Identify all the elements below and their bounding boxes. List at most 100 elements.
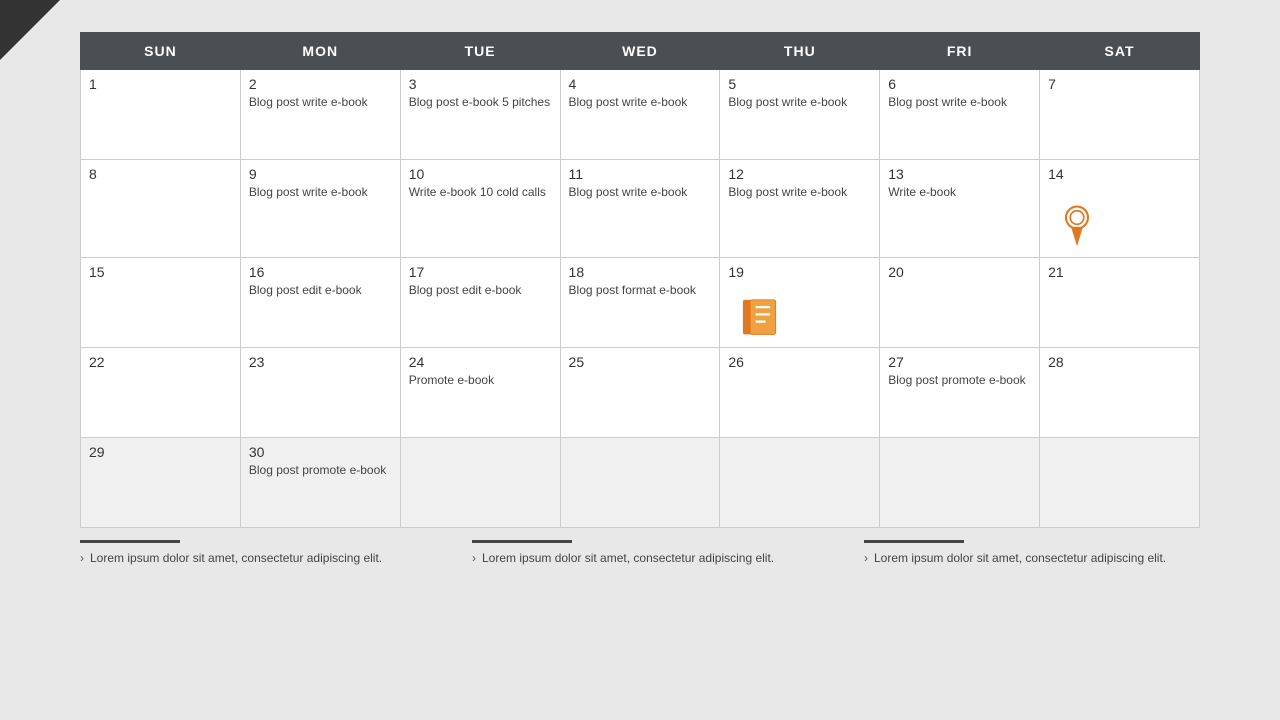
calendar-cell: 12 Blog post write e-book [720, 160, 880, 258]
day-event: Write e-book 10 cold calls [409, 185, 546, 199]
calendar-table: SUNMONTUEWEDTHUFRISAT 12Blog post write … [80, 32, 1200, 528]
day-number: 25 [569, 354, 712, 370]
day-header-tue: TUE [400, 33, 560, 70]
calendar-cell: 24 Promote e-book [400, 348, 560, 438]
calendar-cell: 18 Blog post format e-book [560, 258, 720, 348]
calendar-cell: 9 Blog post write e-book [240, 160, 400, 258]
calendar-cell: 20 [880, 258, 1040, 348]
calendar-cell: 27 Blog post promote e-book [880, 348, 1040, 438]
footer-arrow-icon: › [864, 549, 868, 567]
day-event: Blog post write e-book [888, 95, 1007, 109]
calendar-cell: 19 [720, 258, 880, 348]
calendar-cell: 21 [1040, 258, 1200, 348]
day-number: 6 [888, 76, 1031, 92]
calendar-cell [560, 438, 720, 528]
day-number: 19 [728, 264, 871, 280]
calendar-cell [720, 438, 880, 528]
calendar-cell: 17Blog post edit e-book [400, 258, 560, 348]
day-header-sun: SUN [81, 33, 241, 70]
footer-item-1: › Lorem ipsum dolor sit amet, consectetu… [80, 540, 416, 567]
calendar-cell: 1 [81, 70, 241, 160]
footer-line [864, 540, 964, 543]
footer-arrow-icon: › [80, 549, 84, 567]
day-event: Blog post e-book 5 pitches [409, 95, 550, 109]
day-number: 14 [1048, 166, 1191, 182]
day-event: Blog post write e-book [728, 185, 847, 199]
day-number: 24 [409, 354, 552, 370]
day-number: 27 [888, 354, 1031, 370]
calendar-cell: 2 Blog post write e-book [240, 70, 400, 160]
day-number: 29 [89, 444, 232, 460]
day-event: Blog post format e-book [569, 283, 696, 297]
calendar-cell: 11 Blog post write e-book [560, 160, 720, 258]
calendar-cell [880, 438, 1040, 528]
day-number: 18 [569, 264, 712, 280]
day-event: Promote e-book [409, 373, 494, 387]
footer-text: › Lorem ipsum dolor sit amet, consectetu… [864, 549, 1200, 567]
calendar-cell: 3 Blog post e-book 5 pitches [400, 70, 560, 160]
day-number: 16 [249, 264, 392, 280]
day-number: 5 [728, 76, 871, 92]
day-number: 26 [728, 354, 871, 370]
day-number: 28 [1048, 354, 1191, 370]
calendar-cell [400, 438, 560, 528]
day-number: 9 [249, 166, 392, 182]
day-header-sat: SAT [1040, 33, 1200, 70]
calendar-cell: 23 [240, 348, 400, 438]
day-number: 10 [409, 166, 552, 182]
day-header-fri: FRI [880, 33, 1040, 70]
day-number: 15 [89, 264, 232, 280]
calendar-cell: 14 [1040, 160, 1200, 258]
day-event: Blog post write e-book [728, 95, 847, 109]
footer-item-2: › Lorem ipsum dolor sit amet, consectetu… [472, 540, 808, 567]
day-number: 3 [409, 76, 552, 92]
day-event: Blog post write e-book [569, 95, 688, 109]
day-number: 12 [728, 166, 871, 182]
calendar-cell: 7 [1040, 70, 1200, 160]
calendar-cell: 30 Blog post promote e-book [240, 438, 400, 528]
calendar-cell: 28 [1040, 348, 1200, 438]
day-event: Blog post write e-book [249, 185, 368, 199]
page-title [0, 0, 1280, 32]
calendar-cell: 8 [81, 160, 241, 258]
calendar-cell: 6 Blog post write e-book [880, 70, 1040, 160]
day-number: 23 [249, 354, 392, 370]
day-event: Blog post write e-book [569, 185, 688, 199]
day-number: 13 [888, 166, 1031, 182]
day-header-thu: THU [720, 33, 880, 70]
day-event: Blog post write e-book [249, 95, 368, 109]
footer-text: › Lorem ipsum dolor sit amet, consectetu… [472, 549, 808, 567]
footer-arrow-icon: › [472, 549, 476, 567]
day-number: 17 [409, 264, 552, 280]
day-number: 8 [89, 166, 232, 182]
book-icon [738, 298, 786, 341]
footer-item-3: › Lorem ipsum dolor sit amet, consectetu… [864, 540, 1200, 567]
calendar-wrapper: SUNMONTUEWEDTHUFRISAT 12Blog post write … [0, 32, 1280, 528]
day-number: 20 [888, 264, 1031, 280]
calendar-cell: 22 [81, 348, 241, 438]
calendar-cell: 13 Write e-book [880, 160, 1040, 258]
day-event: Blog post promote e-book [249, 463, 386, 477]
day-number: 11 [569, 166, 712, 182]
day-number: 1 [89, 76, 232, 92]
calendar-cell: 15 [81, 258, 241, 348]
day-number: 21 [1048, 264, 1191, 280]
day-event: Blog post promote e-book [888, 373, 1025, 387]
day-header-mon: MON [240, 33, 400, 70]
calendar-cell: 4 Blog post write e-book [560, 70, 720, 160]
calendar-cell: 16 Blog post edit e-book [240, 258, 400, 348]
day-header-wed: WED [560, 33, 720, 70]
award-icon [1058, 204, 1096, 251]
calendar-cell: 29 [81, 438, 241, 528]
corner-decoration [0, 0, 60, 60]
day-number: 2 [249, 76, 392, 92]
calendar-cell: 26 [720, 348, 880, 438]
calendar-cell: 25 [560, 348, 720, 438]
day-event: Blog post edit e-book [249, 283, 362, 297]
day-number: 4 [569, 76, 712, 92]
footer-line [80, 540, 180, 543]
day-event: Write e-book [888, 185, 956, 199]
day-number: 30 [249, 444, 392, 460]
calendar-cell [1040, 438, 1200, 528]
calendar-cell: 5 Blog post write e-book [720, 70, 880, 160]
